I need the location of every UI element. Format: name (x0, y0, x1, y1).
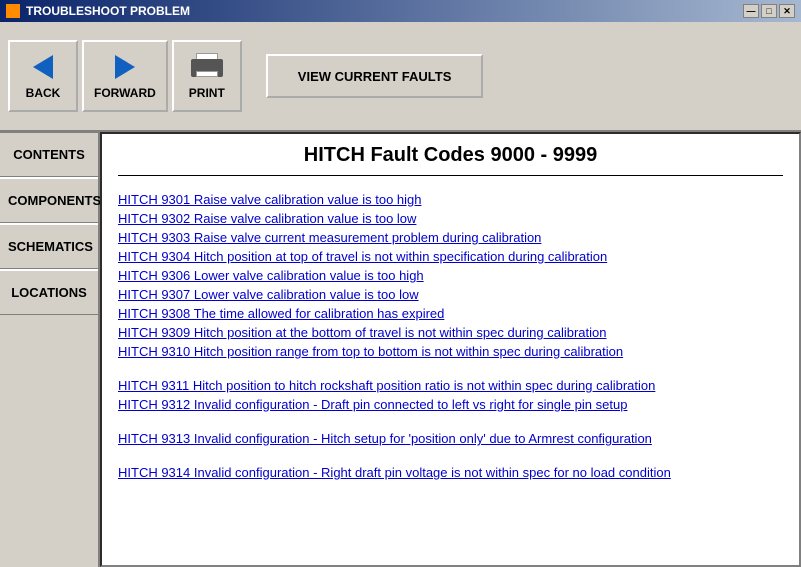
fault-link[interactable]: HITCH 9306 Lower valve calibration value… (118, 268, 783, 283)
fault-link[interactable]: HITCH 9312 Invalid configuration - Draft… (118, 397, 783, 412)
sidebar-item-locations[interactable]: LOCATIONS (0, 269, 98, 315)
print-label: PRINT (189, 86, 225, 100)
view-faults-label: VIEW CURRENT FAULTS (298, 69, 452, 84)
fault-link[interactable]: HITCH 9302 Raise valve calibration value… (118, 211, 783, 226)
fault-link[interactable]: HITCH 9304 Hitch position at top of trav… (118, 249, 783, 264)
minimize-button[interactable]: — (743, 4, 759, 18)
maximize-button[interactable]: □ (761, 4, 777, 18)
view-faults-button[interactable]: VIEW CURRENT FAULTS (266, 54, 484, 98)
back-label: BACK (26, 86, 61, 100)
back-button[interactable]: BACK (8, 40, 78, 112)
fault-links-container: HITCH 9301 Raise valve calibration value… (118, 192, 783, 480)
window-title: TROUBLESHOOT PROBLEM (26, 4, 190, 18)
print-icon (187, 52, 227, 82)
app-icon (6, 4, 20, 18)
sidebar: CONTENTS COMPONENTS SCHEMATICS LOCATIONS (0, 132, 100, 567)
fault-link[interactable]: HITCH 9313 Invalid configuration - Hitch… (118, 431, 783, 446)
fault-link[interactable]: HITCH 9311 Hitch position to hitch rocks… (118, 378, 783, 393)
fault-link[interactable]: HITCH 9307 Lower valve calibration value… (118, 287, 783, 302)
title-bar: TROUBLESHOOT PROBLEM — □ ✕ (0, 0, 801, 22)
forward-icon (105, 52, 145, 82)
fault-link[interactable]: HITCH 9308 The time allowed for calibrat… (118, 306, 783, 321)
fault-link[interactable]: HITCH 9301 Raise valve calibration value… (118, 192, 783, 207)
fault-link[interactable]: HITCH 9310 Hitch position range from top… (118, 344, 783, 359)
main-layout: CONTENTS COMPONENTS SCHEMATICS LOCATIONS… (0, 132, 801, 567)
sidebar-item-contents[interactable]: CONTENTS (0, 132, 98, 177)
fault-link[interactable]: HITCH 9303 Raise valve current measureme… (118, 230, 783, 245)
forward-label: FORWARD (94, 86, 156, 100)
sidebar-item-components[interactable]: COMPONENTS (0, 177, 98, 223)
sidebar-item-schematics[interactable]: SCHEMATICS (0, 223, 98, 269)
page-title: HITCH Fault Codes 9000 - 9999 (118, 144, 783, 176)
fault-link[interactable]: HITCH 9309 Hitch position at the bottom … (118, 325, 783, 340)
forward-button[interactable]: FORWARD (82, 40, 168, 112)
window-controls: — □ ✕ (743, 4, 795, 18)
print-button[interactable]: PRINT (172, 40, 242, 112)
toolbar: BACK FORWARD PRINT VIEW CURRENT FAULTS (0, 22, 801, 132)
back-icon (23, 52, 63, 82)
close-button[interactable]: ✕ (779, 4, 795, 18)
fault-link[interactable]: HITCH 9314 Invalid configuration - Right… (118, 465, 783, 480)
content-area[interactable]: HITCH Fault Codes 9000 - 9999 HITCH 9301… (100, 132, 801, 567)
